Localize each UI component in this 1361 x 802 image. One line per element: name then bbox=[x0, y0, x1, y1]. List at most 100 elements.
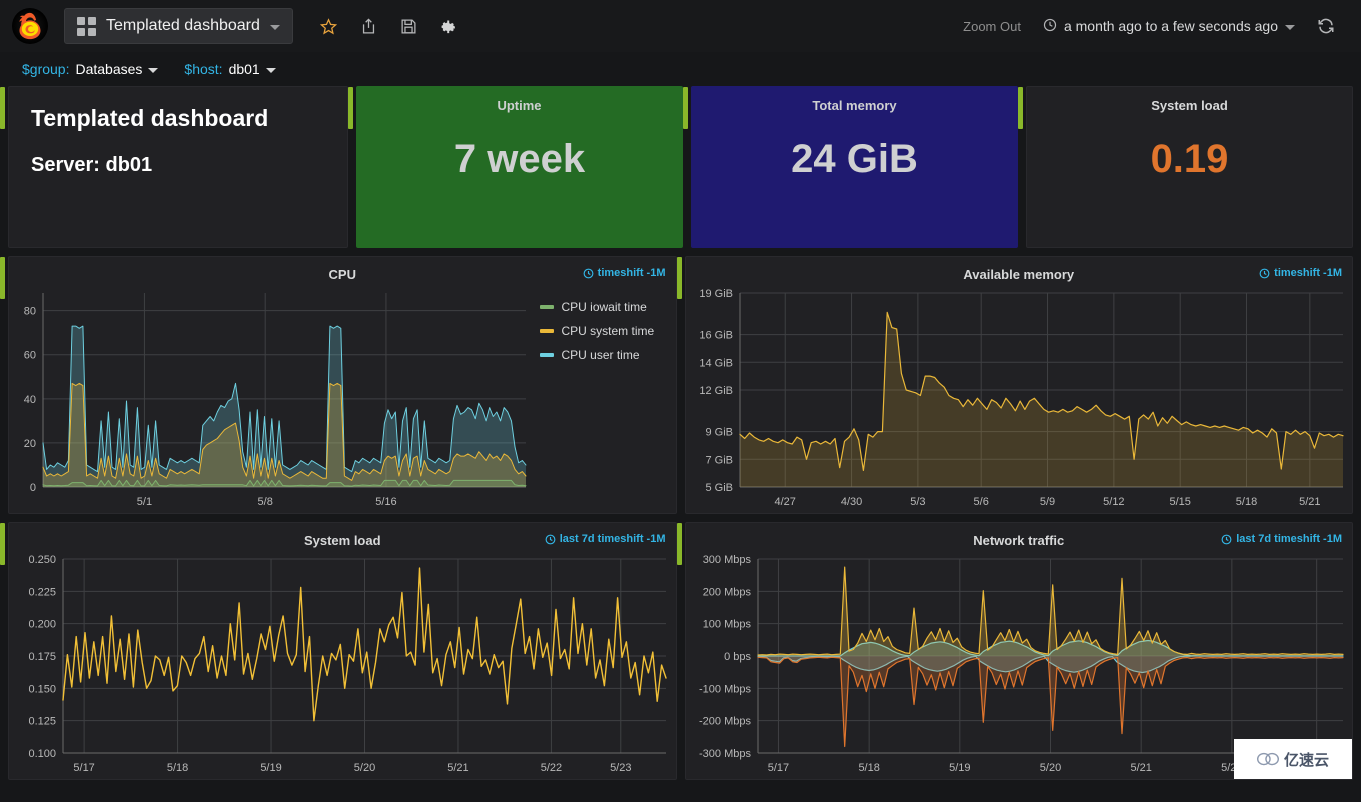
panel-title-total-memory: Total memory bbox=[812, 98, 897, 113]
variable-value-host[interactable]: db01 bbox=[229, 61, 260, 77]
svg-text:200 Mbps: 200 Mbps bbox=[702, 586, 751, 598]
svg-text:5/1: 5/1 bbox=[137, 496, 152, 508]
graph-body-cpu: 0 20 40 60 80 5/1 5/8 5/16 bbox=[9, 285, 536, 513]
svg-text:5/18: 5/18 bbox=[1235, 496, 1256, 508]
legend-cpu: CPU iowait time CPU system time CPU user… bbox=[539, 295, 668, 367]
panel-text-header[interactable]: Templated dashboard Server: db01 bbox=[0, 86, 348, 248]
chevron-down-icon bbox=[1285, 25, 1295, 30]
navbar-right: Zoom Out a month ago to a few seconds ag… bbox=[963, 17, 1349, 35]
svg-text:9 GiB: 9 GiB bbox=[705, 427, 733, 439]
clock-icon bbox=[1043, 18, 1057, 35]
svg-text:0.125: 0.125 bbox=[28, 716, 56, 728]
watermark-text: 亿速云 bbox=[1283, 751, 1329, 769]
panel-note-label-load: last 7d timeshift -1M bbox=[559, 533, 666, 545]
panel-title-system-load: System load bbox=[1151, 98, 1228, 113]
graph-body-memory: 5 GiB 7 GiB 9 GiB 12 GiB 14 GiB 16 GiB 19 GiB 4… bbox=[686, 285, 1353, 513]
svg-text:-100 Mbps: -100 Mbps bbox=[699, 683, 751, 695]
graph-body-load: 0.100 0.125 0.150 0.175 0.200 0.225 0.250 5/17 5… bbox=[9, 551, 676, 779]
svg-text:5/18: 5/18 bbox=[858, 762, 879, 774]
svg-text:20: 20 bbox=[24, 438, 36, 450]
legend-swatch-iowait bbox=[539, 305, 554, 309]
panel-note-network: last 7d timeshift -1M bbox=[1221, 533, 1342, 545]
settings-gear-icon[interactable] bbox=[439, 16, 459, 36]
chart-system-load: 0.100 0.125 0.150 0.175 0.200 0.225 0.250 5/17 5… bbox=[28, 554, 667, 774]
refresh-icon[interactable] bbox=[1317, 17, 1335, 35]
panel-stat-total-memory[interactable]: Total memory 24 GiB bbox=[683, 86, 1018, 248]
grafana-logo-icon[interactable] bbox=[12, 8, 48, 44]
legend-item[interactable]: CPU user time bbox=[539, 343, 668, 367]
variable-label-host: $host: bbox=[184, 61, 223, 77]
svg-text:-200 Mbps: -200 Mbps bbox=[699, 716, 751, 728]
panel-title-cpu: CPU bbox=[328, 267, 356, 282]
panel-note-label-memory: timeshift -1M bbox=[1274, 267, 1342, 279]
svg-text:5/12: 5/12 bbox=[1103, 496, 1124, 508]
dashboard-grid-icon bbox=[77, 16, 96, 36]
panel-note-load: last 7d timeshift -1M bbox=[545, 533, 666, 545]
svg-text:5/8: 5/8 bbox=[258, 496, 273, 508]
panel-stat-uptime[interactable]: Uptime 7 week bbox=[348, 86, 683, 248]
panel-title-uptime: Uptime bbox=[497, 98, 542, 113]
svg-text:-300 Mbps: -300 Mbps bbox=[699, 748, 751, 760]
svg-text:5/6: 5/6 bbox=[973, 496, 988, 508]
legend-item[interactable]: CPU iowait time bbox=[539, 295, 668, 319]
svg-text:5/22: 5/22 bbox=[541, 762, 562, 774]
svg-text:5/16: 5/16 bbox=[375, 496, 396, 508]
svg-text:5/19: 5/19 bbox=[949, 762, 970, 774]
svg-text:5/20: 5/20 bbox=[354, 762, 375, 774]
stat-value-uptime: 7 week bbox=[453, 137, 586, 181]
legend-label-user: CPU user time bbox=[561, 348, 640, 362]
svg-text:19 GiB: 19 GiB bbox=[699, 288, 733, 300]
svg-text:5/17: 5/17 bbox=[767, 762, 788, 774]
panel-available-memory[interactable]: Available memory timeshift -1M 5 GiB 7 Gi… bbox=[676, 256, 1353, 514]
cloud-icon bbox=[1256, 752, 1279, 766]
stat-value-total-memory: 24 GiB bbox=[791, 137, 918, 181]
panel-cpu[interactable]: CPU timeshift -1M 0 20 40 60 80 5/1 5/8 5/16 CP… bbox=[0, 256, 677, 514]
svg-text:4/30: 4/30 bbox=[840, 496, 861, 508]
svg-text:16 GiB: 16 GiB bbox=[699, 330, 733, 342]
chart-cpu: 0 20 40 60 80 5/1 5/8 5/16 bbox=[24, 293, 527, 508]
svg-text:5 GiB: 5 GiB bbox=[705, 482, 733, 494]
svg-text:5/18: 5/18 bbox=[167, 762, 188, 774]
template-variable-group[interactable]: $group: Databases bbox=[22, 61, 159, 77]
save-icon[interactable] bbox=[399, 16, 419, 36]
panel-note-label-cpu: timeshift -1M bbox=[597, 267, 666, 279]
dashboard-row-2: CPU timeshift -1M 0 20 40 60 80 5/1 5/8 5/16 CP… bbox=[0, 256, 1353, 514]
svg-text:5/21: 5/21 bbox=[1130, 762, 1151, 774]
star-icon[interactable] bbox=[319, 16, 339, 36]
navbar-actions bbox=[319, 16, 459, 36]
svg-text:300 Mbps: 300 Mbps bbox=[702, 554, 751, 566]
variable-label-group: $group: bbox=[22, 61, 70, 77]
legend-swatch-user bbox=[539, 353, 554, 357]
variable-value-group[interactable]: Databases bbox=[75, 61, 142, 77]
dashboard-row-3: System load last 7d timeshift -1M 0.100 0… bbox=[0, 522, 1353, 780]
svg-text:60: 60 bbox=[24, 350, 36, 362]
chevron-down-icon bbox=[265, 68, 276, 73]
share-icon[interactable] bbox=[359, 16, 379, 36]
svg-text:100 Mbps: 100 Mbps bbox=[702, 619, 751, 631]
svg-text:0 bps: 0 bps bbox=[724, 651, 751, 663]
template-variable-host[interactable]: $host: db01 bbox=[184, 61, 276, 77]
svg-text:0.225: 0.225 bbox=[28, 586, 56, 598]
dashboard-grid: Templated dashboard Server: db01 Uptime … bbox=[0, 86, 1361, 780]
svg-text:5/21: 5/21 bbox=[1299, 496, 1320, 508]
svg-text:5/15: 5/15 bbox=[1169, 496, 1190, 508]
legend-item[interactable]: CPU system time bbox=[539, 319, 668, 343]
legend-swatch-system bbox=[539, 329, 554, 333]
svg-text:5/19: 5/19 bbox=[260, 762, 281, 774]
panel-system-load-graph[interactable]: System load last 7d timeshift -1M 0.100 0… bbox=[0, 522, 677, 780]
time-range-picker[interactable]: a month ago to a few seconds ago bbox=[1043, 18, 1295, 35]
svg-text:7 GiB: 7 GiB bbox=[705, 454, 733, 466]
svg-text:4/27: 4/27 bbox=[774, 496, 795, 508]
panel-text-subtitle: Server: db01 bbox=[31, 154, 153, 176]
dashboard-row-1: Templated dashboard Server: db01 Uptime … bbox=[0, 86, 1353, 248]
svg-text:5/21: 5/21 bbox=[447, 762, 468, 774]
dashboard-picker[interactable]: Templated dashboard bbox=[64, 8, 293, 44]
top-navbar: Templated dashboard Zoom Out a month ago… bbox=[0, 0, 1361, 52]
panel-stat-system-load[interactable]: System load 0.19 bbox=[1018, 86, 1353, 248]
panel-network-traffic[interactable]: Network traffic last 7d timeshift -1M -3… bbox=[676, 522, 1353, 780]
svg-text:5/20: 5/20 bbox=[1039, 762, 1060, 774]
panel-note-label-network: last 7d timeshift -1M bbox=[1236, 533, 1342, 545]
zoom-out-button[interactable]: Zoom Out bbox=[963, 19, 1021, 34]
svg-text:0.100: 0.100 bbox=[28, 748, 56, 760]
time-range-label: a month ago to a few seconds ago bbox=[1063, 18, 1278, 34]
